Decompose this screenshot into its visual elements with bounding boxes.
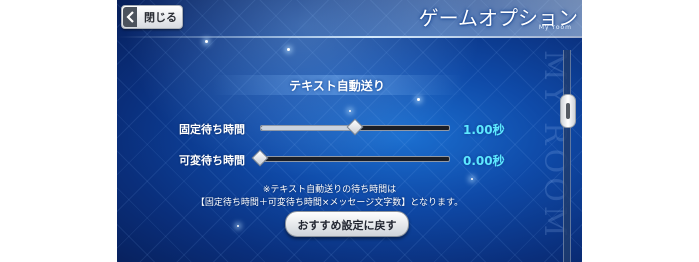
section-header: テキスト自動送り xyxy=(212,75,462,95)
title-divider xyxy=(117,36,582,38)
variable-wait-value: 0.00秒 xyxy=(463,154,505,168)
title-bar: ゲームオプション My room xyxy=(297,0,582,36)
section-title: テキスト自動送り xyxy=(289,79,385,93)
slider-track xyxy=(260,156,450,162)
note-line-2: 【固定待ち時間＋可変待ち時間×メッセージ文字数】となります。 xyxy=(195,198,464,208)
fixed-wait-slider[interactable] xyxy=(260,118,450,136)
chevron-left-icon xyxy=(126,11,134,23)
reset-recommended-button[interactable]: おすすめ設定に戻す xyxy=(285,211,409,237)
reset-button-label: おすすめ設定に戻す xyxy=(297,219,397,232)
variable-wait-label: 可変待ち時間 xyxy=(179,154,245,167)
close-button[interactable]: 閉じる xyxy=(121,5,183,29)
fixed-wait-label: 固定待ち時間 xyxy=(179,123,245,136)
variable-wait-slider[interactable] xyxy=(251,149,450,167)
slider-fill xyxy=(261,126,355,130)
scroll-thumb[interactable] xyxy=(560,94,576,128)
back-tab xyxy=(123,7,137,27)
sparkle xyxy=(205,40,208,43)
sparkle xyxy=(287,48,290,51)
close-button-label: 閉じる xyxy=(144,11,177,24)
note-line-1: ※テキスト自動送りの待ち時間は xyxy=(262,185,397,195)
sparkle xyxy=(471,178,473,180)
sparkle xyxy=(349,110,351,112)
sparkle xyxy=(417,98,420,101)
scrollbar[interactable] xyxy=(560,50,576,262)
page-subtitle: My room xyxy=(538,24,572,31)
options-screen: MY ROOM ゲームオプション My room 閉じる テキスト自動送り 固定… xyxy=(117,0,582,262)
fixed-wait-value: 1.00秒 xyxy=(463,123,505,137)
sparkle xyxy=(237,225,239,227)
slider-knob[interactable] xyxy=(346,118,364,136)
